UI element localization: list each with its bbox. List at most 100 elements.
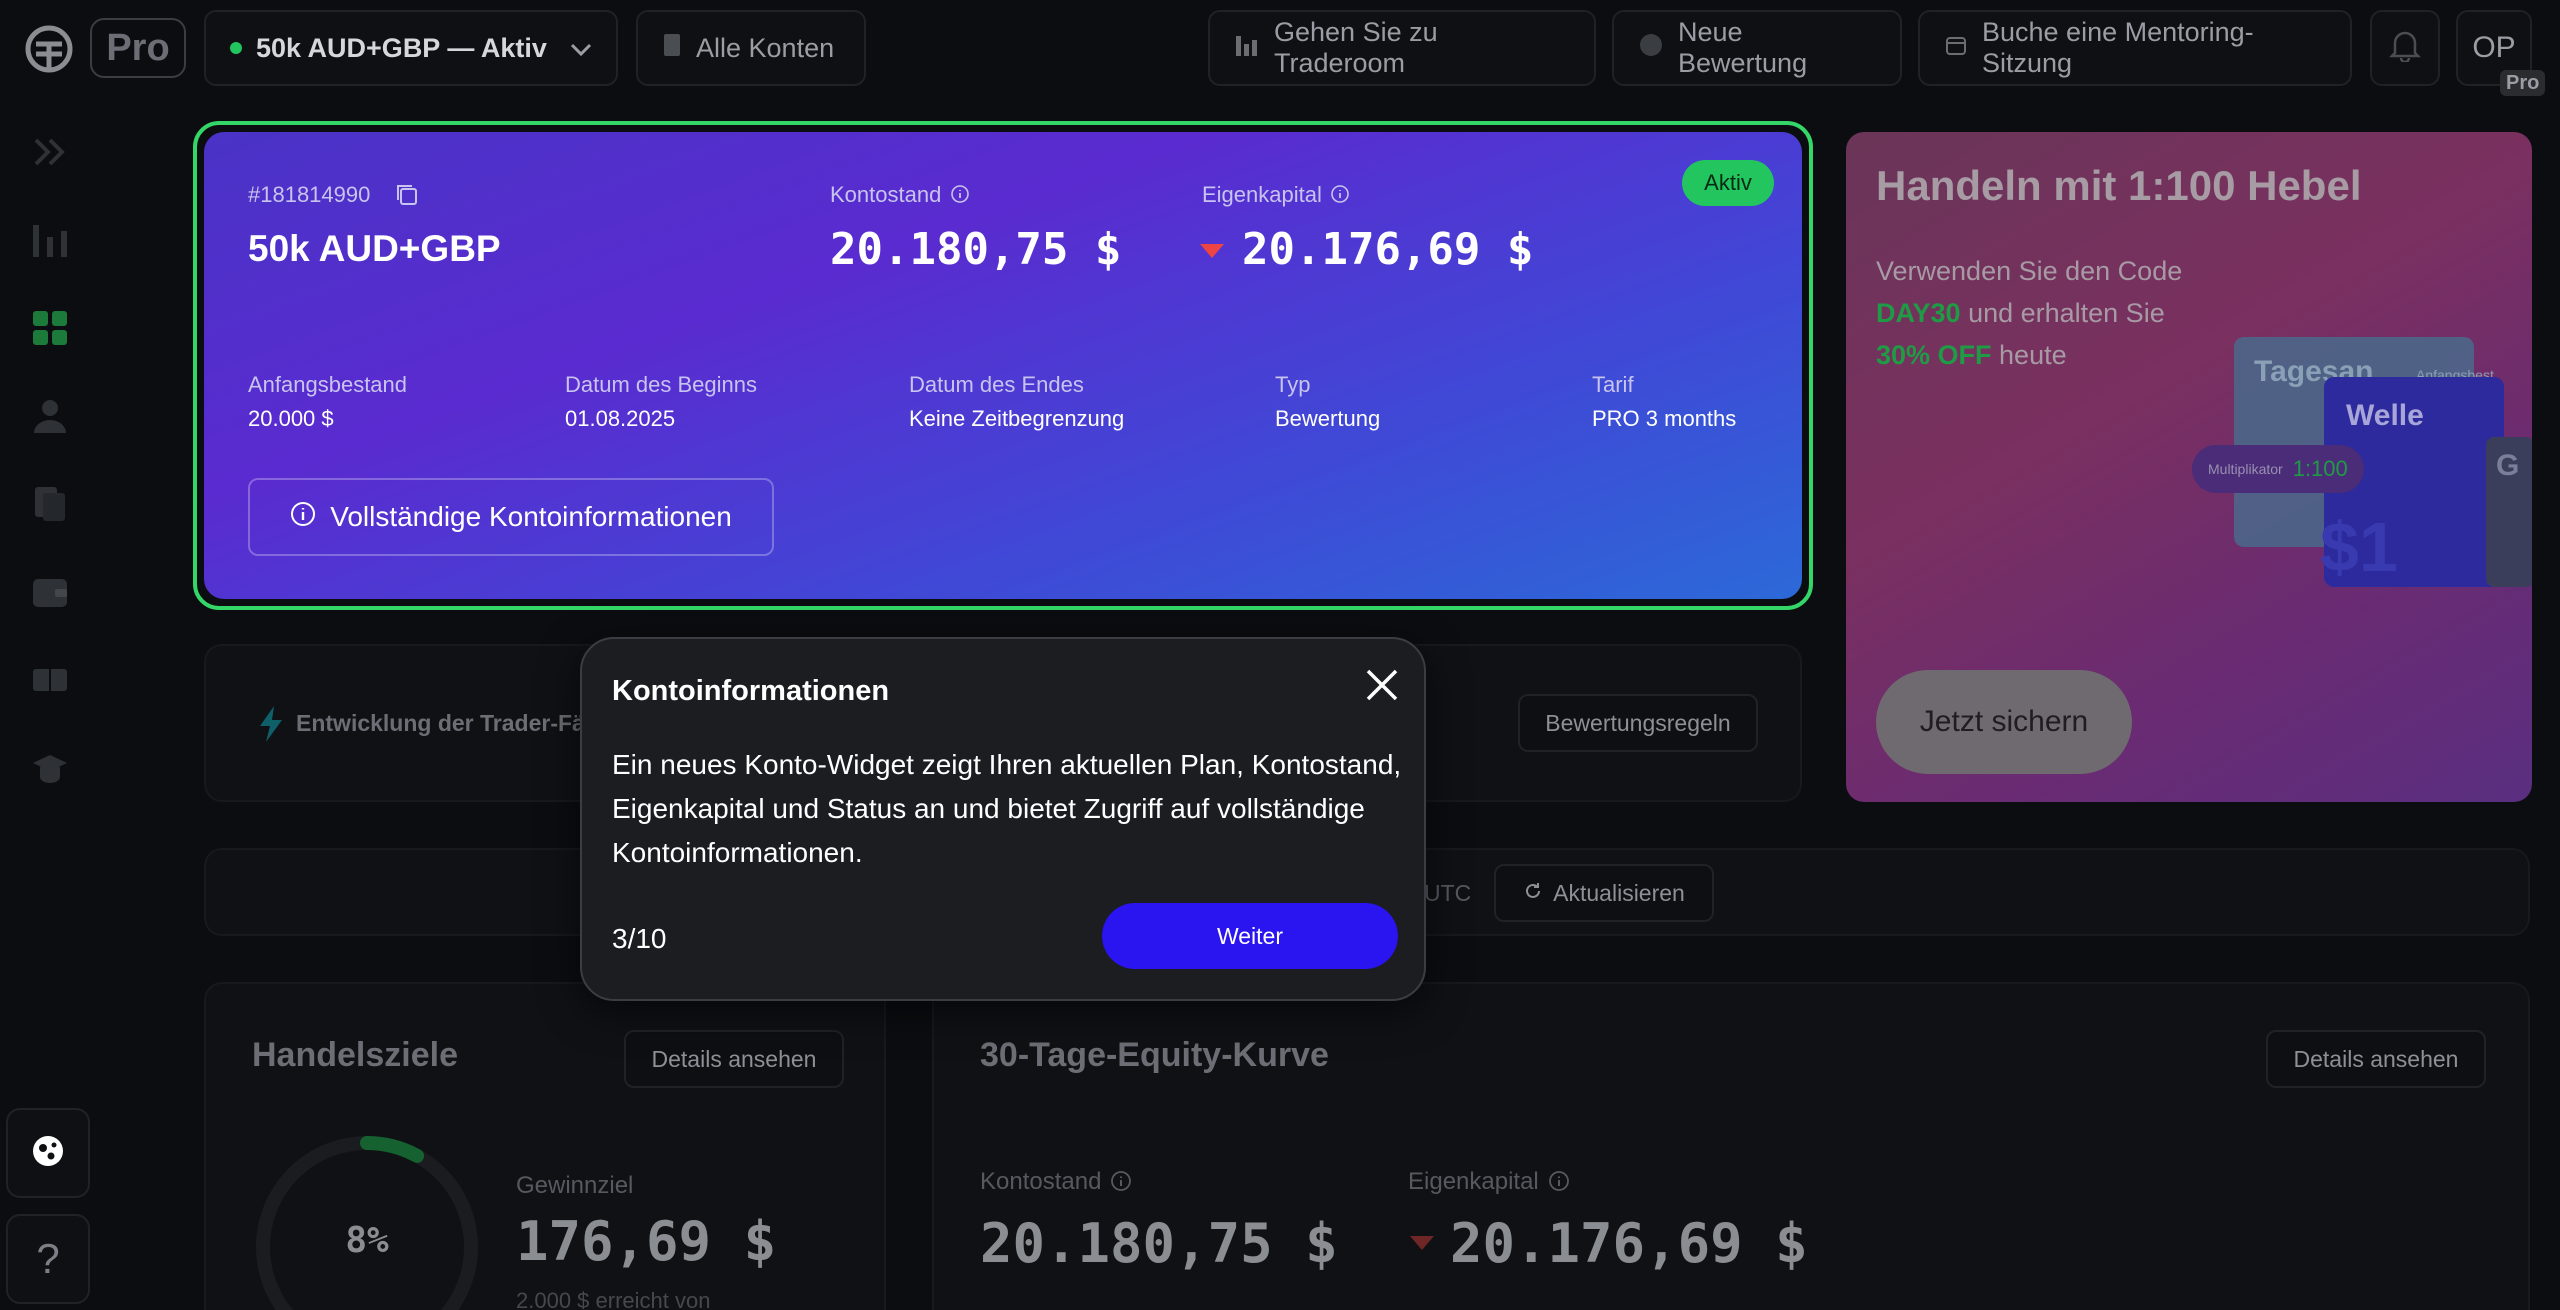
account-selector-label: 50k AUD+GBP — Aktiv (256, 32, 547, 63)
status-badge: Aktiv (1682, 160, 1774, 206)
account-name: 50k AUD+GBP (248, 228, 501, 269)
promo-discount: 30% OFF (1876, 340, 1992, 370)
balance-label: Kontostand (980, 1168, 1102, 1195)
document-icon (662, 32, 682, 65)
close-icon[interactable] (1362, 665, 1402, 705)
traderoom-button[interactable]: Gehen Sie zu Traderoom (1208, 10, 1596, 86)
dashboard-icon[interactable] (28, 306, 72, 350)
promo-title: Handeln mit 1:100 Hebel (1876, 162, 2362, 209)
full-account-info-label: Vollständige Kontoinformationen (330, 501, 732, 532)
promo-text: Verwenden Sie den Code DAY30 und erhalte… (1876, 250, 2182, 376)
next-button[interactable]: Weiter (1102, 903, 1398, 969)
balance-label: Kontostand (830, 182, 942, 207)
illustration-text: Welle (2346, 399, 2424, 432)
notifications-button[interactable] (2370, 10, 2440, 86)
profit-goal-value: 176,69 $ (516, 1210, 777, 1273)
refresh-icon (1523, 880, 1543, 907)
tooltip-title: Kontoinformationen (612, 675, 890, 707)
account-selector[interactable]: 50k AUD+GBP — Aktiv (204, 10, 618, 86)
avatar-pro-badge: Pro (2500, 70, 2546, 96)
trading-goals-details-button[interactable]: Details ansehen (624, 1030, 844, 1088)
brand-logo-icon[interactable] (24, 24, 74, 74)
all-accounts-button[interactable]: Alle Konten (636, 10, 866, 86)
ticket-icon[interactable] (28, 658, 72, 702)
calendar-icon (1944, 33, 1968, 64)
equity-value: 20.176,69 $ (1450, 1212, 1808, 1275)
multiplier-pill: Multiplikator 1:100 (2192, 445, 2364, 493)
illustration-text: G (2496, 449, 2520, 482)
help-button[interactable]: ? (6, 1214, 90, 1304)
traderoom-label: Gehen Sie zu Traderoom (1274, 17, 1438, 78)
multiplier-value: 1:100 (2292, 456, 2348, 481)
info-icon[interactable] (950, 184, 970, 209)
onboarding-tooltip: Kontoinformationen Ein neues Konto-Widge… (580, 637, 1426, 1001)
academy-icon[interactable] (28, 746, 72, 790)
tooltip-body: Ein neues Konto-Widget zeigt Ihren aktue… (612, 749, 1402, 868)
info-icon[interactable] (1548, 1170, 1570, 1197)
equity-curve-title: 30-Tage-Equity-Kurve (980, 1036, 1329, 1074)
down-arrow-icon (1200, 244, 1224, 263)
detail-label: Anfangsbestand (248, 372, 408, 397)
detail-value: Bewertung (1275, 406, 1381, 431)
detail-label: Datum des Endes (909, 372, 1084, 397)
detail-value: 01.08.2025 (565, 406, 676, 431)
detail-label: Tarif (1592, 372, 1634, 397)
user-icon[interactable] (28, 394, 72, 438)
wallet-icon[interactable] (28, 570, 72, 614)
pro-plan-badge: Pro (90, 18, 186, 78)
equity-value: 20.176,69 $ (1242, 224, 1534, 275)
promo-line: und erhalten Sie (1960, 298, 2165, 328)
theme-toggle-button[interactable] (6, 1108, 90, 1198)
top-bar: Pro 50k AUD+GBP — Aktiv Alle Konten Gehe… (0, 0, 2560, 100)
promo-line: heute (1991, 340, 2067, 370)
progress-ring: 8% (252, 1132, 482, 1310)
mentoring-label: Buche eine Mentoring-Sitzung (1982, 17, 2254, 78)
chart-icon[interactable] (28, 218, 72, 262)
profit-goal-sub: 2.000 $ erreicht von (516, 1288, 711, 1310)
evaluation-icon (1638, 32, 1664, 65)
info-icon[interactable] (1110, 1170, 1132, 1197)
detail-value: Keine Zeitbegrenzung (909, 406, 1125, 431)
equity-curve-panel: 30-Tage-Equity-Kurve Details ansehen Kon… (932, 982, 2530, 1310)
promo-code: DAY30 (1876, 298, 1961, 328)
refresh-label: Aktualisieren (1553, 879, 1685, 906)
contrast-icon (31, 1134, 65, 1173)
trading-goals-title: Handelsziele (252, 1036, 458, 1074)
down-arrow-icon (1410, 1236, 1434, 1255)
detail-value: 20.000 $ (248, 406, 334, 431)
copy-icon[interactable] (394, 182, 420, 213)
trading-goals-panel: Handelsziele Details ansehen 8% Gewinnzi… (204, 982, 886, 1310)
lightning-icon (258, 706, 284, 747)
refresh-button[interactable]: Aktualisieren (1494, 864, 1714, 922)
new-evaluation-label: Neue Bewertung (1678, 17, 1808, 78)
info-icon (290, 501, 316, 534)
detail-label: Typ (1275, 372, 1311, 397)
full-account-info-button[interactable]: Vollständige Kontoinformationen (248, 478, 774, 556)
sidebar: ? (0, 100, 100, 1310)
profit-goal-label: Gewinnziel (516, 1172, 634, 1199)
info-icon[interactable] (1330, 184, 1350, 209)
promo-banner: Handeln mit 1:100 Hebel Verwenden Sie de… (1846, 132, 2532, 802)
equity-label: Eigenkapital (1202, 182, 1322, 207)
mentoring-button[interactable]: Buche eine Mentoring-Sitzung (1918, 10, 2352, 86)
expand-icon[interactable] (28, 130, 72, 174)
promo-line: Verwenden Sie den Code (1876, 256, 2183, 286)
detail-label: Datum des Beginns (565, 372, 757, 397)
balance-value: 20.180,75 $ (830, 224, 1122, 275)
skill-development-label: Entwicklung der Trader-Fäh (296, 710, 599, 736)
status-dot (230, 42, 242, 54)
detail-value: PRO 3 months (1592, 406, 1737, 431)
all-accounts-label: Alle Konten (696, 32, 835, 63)
avatar-initials: OP (2472, 31, 2516, 64)
account-card: #181814990 50k AUD+GBP Kontostand 20.180… (204, 132, 1802, 599)
equity-label: Eigenkapital (1408, 1168, 1539, 1195)
documents-icon[interactable] (28, 482, 72, 526)
promo-cta-button[interactable]: Jetzt sichern (1876, 670, 2132, 774)
equity-curve-details-button[interactable]: Details ansehen (2266, 1030, 2486, 1088)
progress-percent: 8% (345, 1220, 389, 1261)
promo-illustration: Tagesan Anfangsbest Welle $1 Multiplikat… (2192, 337, 2532, 607)
new-evaluation-button[interactable]: Neue Bewertung (1612, 10, 1902, 86)
chevron-down-icon (570, 33, 592, 64)
tooltip-step-counter: 3/10 (612, 923, 667, 954)
evaluation-rules-button[interactable]: Bewertungsregeln (1518, 694, 1758, 752)
